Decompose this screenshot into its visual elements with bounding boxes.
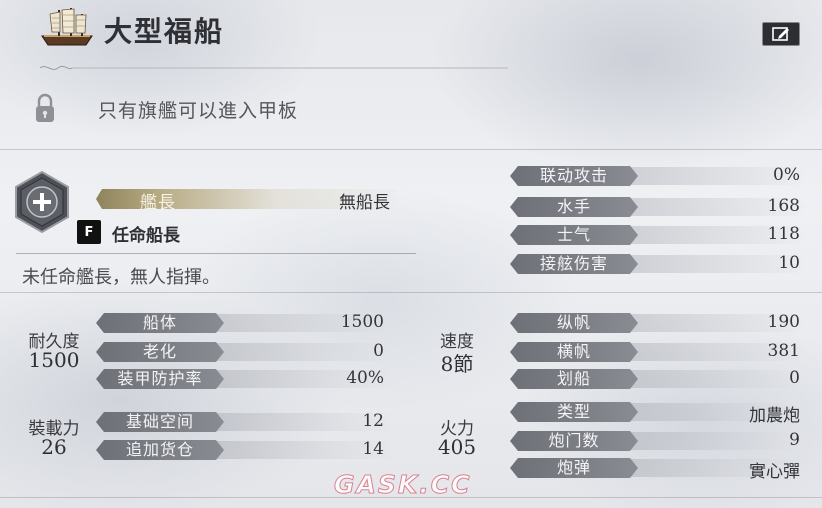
hotkey-f-icon: F	[77, 220, 101, 244]
stat-label: 装甲防护率	[96, 369, 224, 389]
stat-value: 0	[373, 341, 384, 361]
stat-row-rowing: 划船 0	[510, 368, 805, 389]
deck-access-notice: 只有旗艦可以進入甲板	[98, 100, 299, 122]
stat-row-fore-aft-sail: 纵帆 190	[510, 312, 805, 333]
captain-description: 未任命艦長，無人指揮。	[22, 267, 220, 288]
stat-label: 水手	[510, 197, 638, 217]
stat-value: 10	[778, 253, 800, 273]
stat-label: 联动攻击	[510, 166, 638, 186]
lock-icon	[34, 92, 56, 124]
stat-row-armor: 装甲防护率 40%	[96, 368, 396, 389]
stat-value: 190	[767, 312, 800, 332]
stat-value: 0	[789, 368, 800, 388]
stat-row-ammo: 炮弹 實心彈	[510, 458, 805, 482]
stat-row-cannon-type: 类型 加農炮	[510, 402, 805, 426]
stat-value: 14	[362, 439, 384, 459]
stat-label: 纵帆	[510, 313, 638, 333]
stat-value: 9	[789, 430, 800, 450]
stat-value: 0%	[773, 165, 800, 185]
stat-label: 横帆	[510, 342, 638, 362]
stat-row-sailors: 水手 168	[510, 196, 805, 217]
stat-label: 类型	[510, 402, 638, 422]
stat-row-base-space: 基础空间 12	[96, 411, 396, 432]
stat-value: 1500	[340, 312, 384, 332]
appoint-captain-label[interactable]: 任命船長	[112, 221, 180, 246]
stat-value: 118	[767, 224, 800, 244]
firepower-value: 405	[437, 435, 477, 459]
stat-label: 老化	[96, 342, 224, 362]
stat-label: 船体	[96, 313, 224, 333]
captain-label: 艦長	[140, 193, 176, 213]
stat-label: 划船	[510, 369, 638, 389]
stat-label: 基础空间	[96, 412, 224, 432]
capacity-value: 26	[41, 435, 67, 459]
section-divider	[0, 292, 822, 293]
ship-name: 大型福船	[104, 15, 225, 48]
edit-button[interactable]	[762, 22, 800, 46]
stat-row-boarding-damage: 接舷伤害 10	[510, 253, 805, 274]
durability-value: 1500	[28, 348, 80, 372]
stat-label: 接舷伤害	[510, 254, 638, 274]
stat-value: 381	[767, 341, 800, 361]
stat-value: 40%	[346, 368, 384, 388]
stat-row-morale: 士气 118	[510, 224, 805, 245]
captain-value: 無船長	[339, 193, 390, 213]
watermark: GASK.CC	[333, 470, 472, 500]
stat-row-link-attack: 联动攻击 0%	[510, 165, 805, 186]
stat-label: 炮弹	[510, 458, 638, 478]
stat-value: 實心彈	[749, 462, 800, 482]
stat-value: 12	[362, 411, 384, 431]
stat-value: 加農炮	[749, 406, 800, 426]
stat-value: 168	[767, 196, 800, 216]
stat-row-aging: 老化 0	[96, 341, 396, 362]
section-divider	[0, 149, 822, 150]
appoint-captain-button[interactable]	[12, 170, 72, 234]
header-divider	[38, 58, 508, 70]
stat-row-hull: 船体 1500	[96, 312, 396, 333]
stat-row-extra-cargo: 追加货仓 14	[96, 439, 396, 460]
ship-icon	[38, 6, 96, 48]
stat-row-square-sail: 横帆 381	[510, 341, 805, 362]
stat-label: 追加货仓	[96, 440, 224, 460]
stat-label: 炮门数	[510, 431, 638, 451]
speed-value: 8節	[440, 352, 474, 376]
edit-icon	[772, 27, 789, 41]
stat-label: 士气	[510, 225, 638, 245]
stat-row-gun-ports: 炮门数 9	[510, 430, 805, 451]
captain-divider	[16, 253, 416, 254]
